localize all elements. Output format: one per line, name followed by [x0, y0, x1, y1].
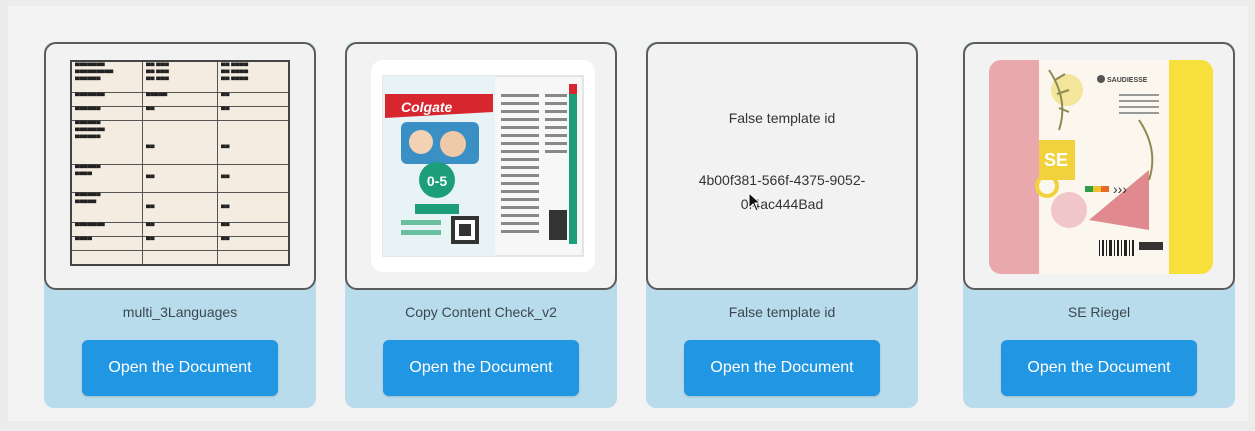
- nutrition-table-image: ▀▀▀▀▀▀▀ ▀▀▀▀▀▀▀▀▀ ▀▀▀▀▀▀ ▀▀ ▀▀▀ ▀▀ ▀▀▀ ▀▀ ▀▀▀…: [70, 60, 290, 266]
- document-card: False template id 4b00f381-566f-4375-905…: [646, 42, 918, 408]
- document-thumbnail[interactable]: Colgate 0-5: [345, 42, 617, 290]
- se-badge: SE: [1044, 150, 1068, 170]
- document-card: Colgate 0-5 Copy Content Check_v2 Open t…: [345, 42, 617, 408]
- brand-logo-text: Colgate: [401, 99, 453, 115]
- document-card: ▀▀▀▀▀▀▀ ▀▀▀▀▀▀▀▀▀ ▀▀▀▀▀▀ ▀▀ ▀▀▀ ▀▀ ▀▀▀ ▀▀ ▀▀▀…: [44, 42, 316, 408]
- svg-text:›››: ›››: [1113, 181, 1127, 197]
- document-title: Copy Content Check_v2: [405, 304, 557, 320]
- open-document-button[interactable]: Open the Document: [1001, 340, 1197, 396]
- mouse-cursor-icon: [748, 191, 762, 217]
- open-document-button[interactable]: Open the Document: [82, 340, 278, 396]
- document-title: SE Riegel: [1067, 304, 1131, 320]
- document-card: SE SAUDIESSE ››› SE Riegel Open the Docu…: [963, 42, 1235, 408]
- preview-error-label: False template id: [728, 110, 836, 126]
- brand-logo-text: SAUDIESSE: [1107, 77, 1148, 84]
- document-thumbnail[interactable]: ▀▀▀▀▀▀▀ ▀▀▀▀▀▀▀▀▀ ▀▀▀▀▀▀ ▀▀ ▀▀▀ ▀▀ ▀▀▀ ▀▀ ▀▀▀…: [44, 42, 316, 290]
- open-document-button[interactable]: Open the Document: [383, 340, 579, 396]
- colgate-package-image: Colgate 0-5: [371, 60, 595, 272]
- age-badge: 0-5: [427, 173, 447, 189]
- document-title: False template id: [728, 304, 836, 320]
- open-document-button[interactable]: Open the Document: [684, 340, 880, 396]
- documents-panel: ▀▀▀▀▀▀▀ ▀▀▀▀▀▀▀▀▀ ▀▀▀▀▀▀ ▀▀ ▀▀▀ ▀▀ ▀▀▀ ▀▀ ▀▀▀…: [8, 6, 1248, 421]
- preview-template-id: 4b00f381-566f-4375-9052-0f4ac444Bad: [698, 172, 866, 212]
- se-riegel-package-image: SE SAUDIESSE ›››: [989, 60, 1213, 274]
- document-thumbnail[interactable]: False template id 4b00f381-566f-4375-905…: [646, 42, 918, 290]
- document-thumbnail[interactable]: SE SAUDIESSE ›››: [963, 42, 1235, 290]
- document-title: multi_3Languages: [122, 304, 238, 320]
